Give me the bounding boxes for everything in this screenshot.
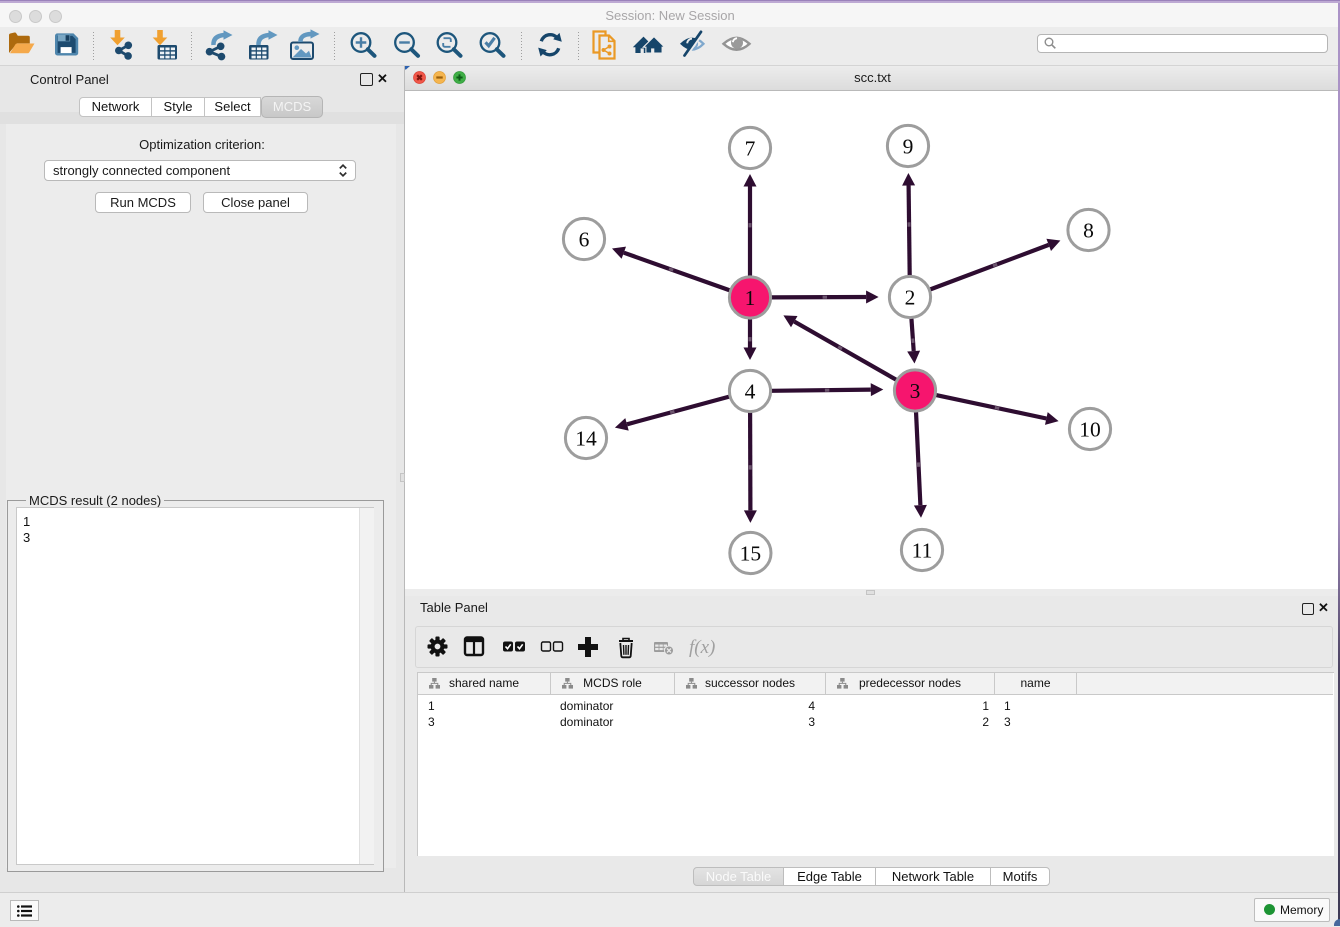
svg-text:8: 8: [1083, 218, 1094, 242]
svg-text:2: 2: [905, 285, 916, 309]
svg-text:1: 1: [745, 286, 756, 310]
svg-text:7: 7: [745, 136, 756, 160]
svg-text:11: 11: [912, 538, 933, 562]
svg-text:14: 14: [575, 426, 597, 450]
svg-text:10: 10: [1079, 417, 1101, 441]
svg-text:4: 4: [745, 379, 756, 403]
svg-text:9: 9: [903, 134, 914, 158]
svg-text:6: 6: [579, 227, 590, 251]
svg-text:3: 3: [910, 379, 921, 403]
svg-text:f(x): f(x): [689, 637, 715, 658]
svg-text:15: 15: [740, 541, 762, 565]
